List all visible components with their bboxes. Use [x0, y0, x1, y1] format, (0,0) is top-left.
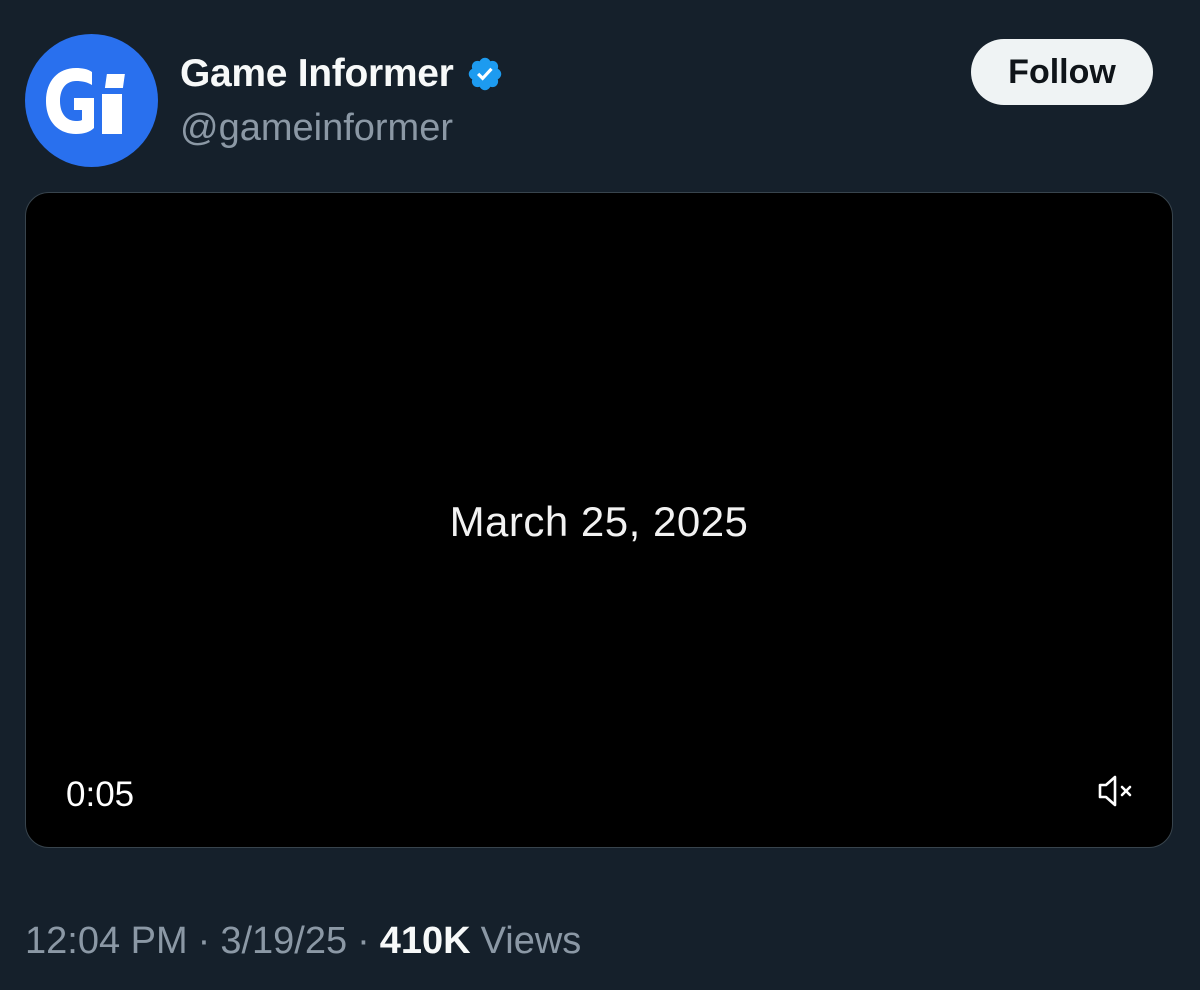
video-player[interactable]: March 25, 2025 0:05	[25, 192, 1173, 848]
follow-button[interactable]: Follow	[971, 39, 1153, 105]
display-name[interactable]: Game Informer	[180, 52, 454, 96]
meta-separator: ·	[197, 920, 211, 962]
post-time[interactable]: 12:04 PM	[25, 920, 188, 963]
account-handle[interactable]: @gameinformer	[180, 107, 453, 150]
mute-button[interactable]	[1093, 771, 1137, 811]
post-date[interactable]: 3/19/25	[220, 920, 347, 963]
verified-badge-icon	[466, 55, 504, 93]
views-count: 410K	[379, 920, 471, 962]
meta-separator: ·	[357, 920, 370, 962]
name-row: Game Informer	[180, 50, 504, 98]
muted-speaker-icon	[1098, 775, 1132, 807]
views-label: Views	[480, 920, 582, 962]
tweet-meta: 12:04 PM · 3/19/25 · 410K Views	[25, 920, 581, 963]
game-informer-logo-icon	[45, 67, 125, 134]
avatar[interactable]	[25, 34, 158, 167]
tweet-card: Game Informer @gameinformer Follow March…	[0, 0, 1200, 990]
video-overlay-text: March 25, 2025	[449, 498, 749, 545]
video-time: 0:05	[66, 775, 135, 814]
